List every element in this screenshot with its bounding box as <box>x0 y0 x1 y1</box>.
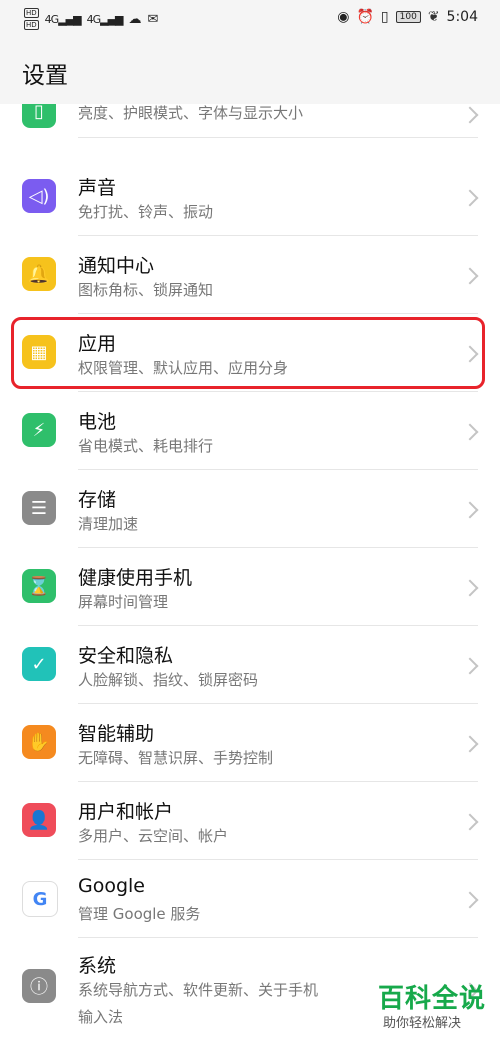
divider <box>78 137 478 138</box>
divider <box>78 703 478 704</box>
divider <box>78 625 478 626</box>
clock-time: 5:04 <box>446 9 478 25</box>
status-right: ◉ ⏰ ▯ 100 ❦ 5:04 <box>337 9 478 25</box>
divider <box>78 313 478 314</box>
leaf-icon: ❦ <box>427 9 440 25</box>
item-subtitle: 省电模式、耗电排行 <box>78 437 214 455</box>
item-subtitle: 系统导航方式、软件更新、关于手机 <box>78 981 319 999</box>
item-subtitle: 清理加速 <box>78 515 139 533</box>
item-subtitle: 免打扰、铃声、振动 <box>78 203 214 221</box>
settings-item-display[interactable]: ▯ 显示 亮度、护眼模式、字体与显示大小 <box>0 104 500 162</box>
item-subtitle: 管理 Google 服务 <box>78 905 201 923</box>
status-bar: HD HD 4G▂▄▆ 4G▂▄▆ ☁ ✉ ◉ ⏰ ▯ 100 ❦ 5:04 <box>0 0 500 40</box>
item-title: 声音 <box>78 177 117 199</box>
signal-icon: 4G▂▄▆ <box>44 12 82 26</box>
chevron-right-icon <box>461 735 479 753</box>
chevron-right-icon <box>461 423 479 441</box>
phone-display-icon: ▯ <box>22 104 56 128</box>
divider <box>78 469 478 470</box>
google-icon: G <box>22 881 58 917</box>
divider <box>78 391 478 392</box>
divider <box>78 937 478 938</box>
item-subtitle-line2: 输入法 <box>78 1008 124 1026</box>
item-title: 用户和帐户 <box>78 801 174 823</box>
cloud-icon: ☁ <box>128 11 142 27</box>
item-title: 智能辅助 <box>78 723 155 745</box>
hd-badge: HD <box>24 8 39 18</box>
hand-icon: ✋ <box>22 725 56 759</box>
settings-item-battery[interactable]: ⚡ 电池 省电模式、耗电排行 <box>0 393 500 471</box>
divider <box>78 859 478 860</box>
settings-item-digital-balance[interactable]: ⌛ 健康使用手机 屏幕时间管理 <box>0 549 500 627</box>
chevron-right-icon <box>461 813 479 831</box>
page-header: 设置 <box>0 40 500 106</box>
item-subtitle: 图标角标、锁屏通知 <box>78 281 214 299</box>
speaker-icon: ◁) <box>22 179 56 213</box>
item-title: 健康使用手机 <box>78 567 193 589</box>
signal-icon: 4G▂▄▆ <box>86 12 124 26</box>
settings-item-sound[interactable]: ◁) 声音 免打扰、铃声、振动 <box>0 159 500 237</box>
item-subtitle: 无障碍、智慧识屏、手势控制 <box>78 749 274 767</box>
highlight-box <box>11 317 485 389</box>
hd-badges: HD HD <box>24 8 39 30</box>
system-icon: ⓘ <box>22 969 56 1003</box>
chevron-right-icon <box>461 891 479 909</box>
battery-icon: ⚡ <box>22 413 56 447</box>
item-title: 系统 <box>78 955 117 977</box>
item-title: Google <box>78 875 146 897</box>
settings-item-users[interactable]: 👤 用户和帐户 多用户、云空间、帐户 <box>0 783 500 861</box>
bell-icon: 🔔 <box>22 257 56 291</box>
settings-item-assistance[interactable]: ✋ 智能辅助 无障碍、智慧识屏、手势控制 <box>0 705 500 783</box>
hourglass-icon: ⌛ <box>22 569 56 603</box>
status-left: HD HD 4G▂▄▆ 4G▂▄▆ ☁ ✉ <box>24 8 158 30</box>
eye-comfort-icon: ◉ <box>337 9 350 25</box>
divider <box>78 235 478 236</box>
shield-icon: ✓ <box>22 647 56 681</box>
watermark-slogan: 助你轻松解决 <box>383 1016 462 1031</box>
settings-item-notifications[interactable]: 🔔 通知中心 图标角标、锁屏通知 <box>0 237 500 315</box>
item-subtitle: 多用户、云空间、帐户 <box>78 827 229 845</box>
chevron-right-icon <box>461 267 479 285</box>
chevron-right-icon <box>461 106 479 124</box>
alarm-icon: ⏰ <box>356 9 374 25</box>
hd-badge: HD <box>24 20 39 30</box>
watermark-brand: 百科全说 <box>378 984 487 1014</box>
divider <box>78 547 478 548</box>
page-title: 设置 <box>22 63 68 89</box>
item-title: 通知中心 <box>78 255 155 277</box>
settings-item-security[interactable]: ✓ 安全和隐私 人脸解锁、指纹、锁屏密码 <box>0 627 500 705</box>
storage-icon: ☰ <box>22 491 56 525</box>
wechat-icon: ✉ <box>147 11 159 27</box>
item-title: 安全和隐私 <box>78 645 174 667</box>
chevron-right-icon <box>461 189 479 207</box>
user-icon: 👤 <box>22 803 56 837</box>
battery-level: 100 <box>395 11 421 23</box>
item-subtitle: 亮度、护眼模式、字体与显示大小 <box>78 104 304 122</box>
network-type: 4G <box>86 12 101 26</box>
item-title: 电池 <box>78 411 117 433</box>
item-subtitle: 屏幕时间管理 <box>78 593 169 611</box>
settings-item-google[interactable]: G Google 管理 Google 服务 <box>0 861 500 939</box>
network-type: 4G <box>44 12 59 26</box>
chevron-right-icon <box>461 657 479 675</box>
divider <box>78 781 478 782</box>
item-subtitle: 人脸解锁、指纹、锁屏密码 <box>78 671 259 689</box>
item-title: 存储 <box>78 489 117 511</box>
chevron-right-icon <box>461 579 479 597</box>
chevron-right-icon <box>461 501 479 519</box>
settings-item-storage[interactable]: ☰ 存储 清理加速 <box>0 471 500 549</box>
vibrate-icon: ▯ <box>380 9 389 25</box>
settings-list[interactable]: ▯ 显示 亮度、护眼模式、字体与显示大小 ◁) 声音 免打扰、铃声、振动 🔔 通… <box>0 104 500 1039</box>
